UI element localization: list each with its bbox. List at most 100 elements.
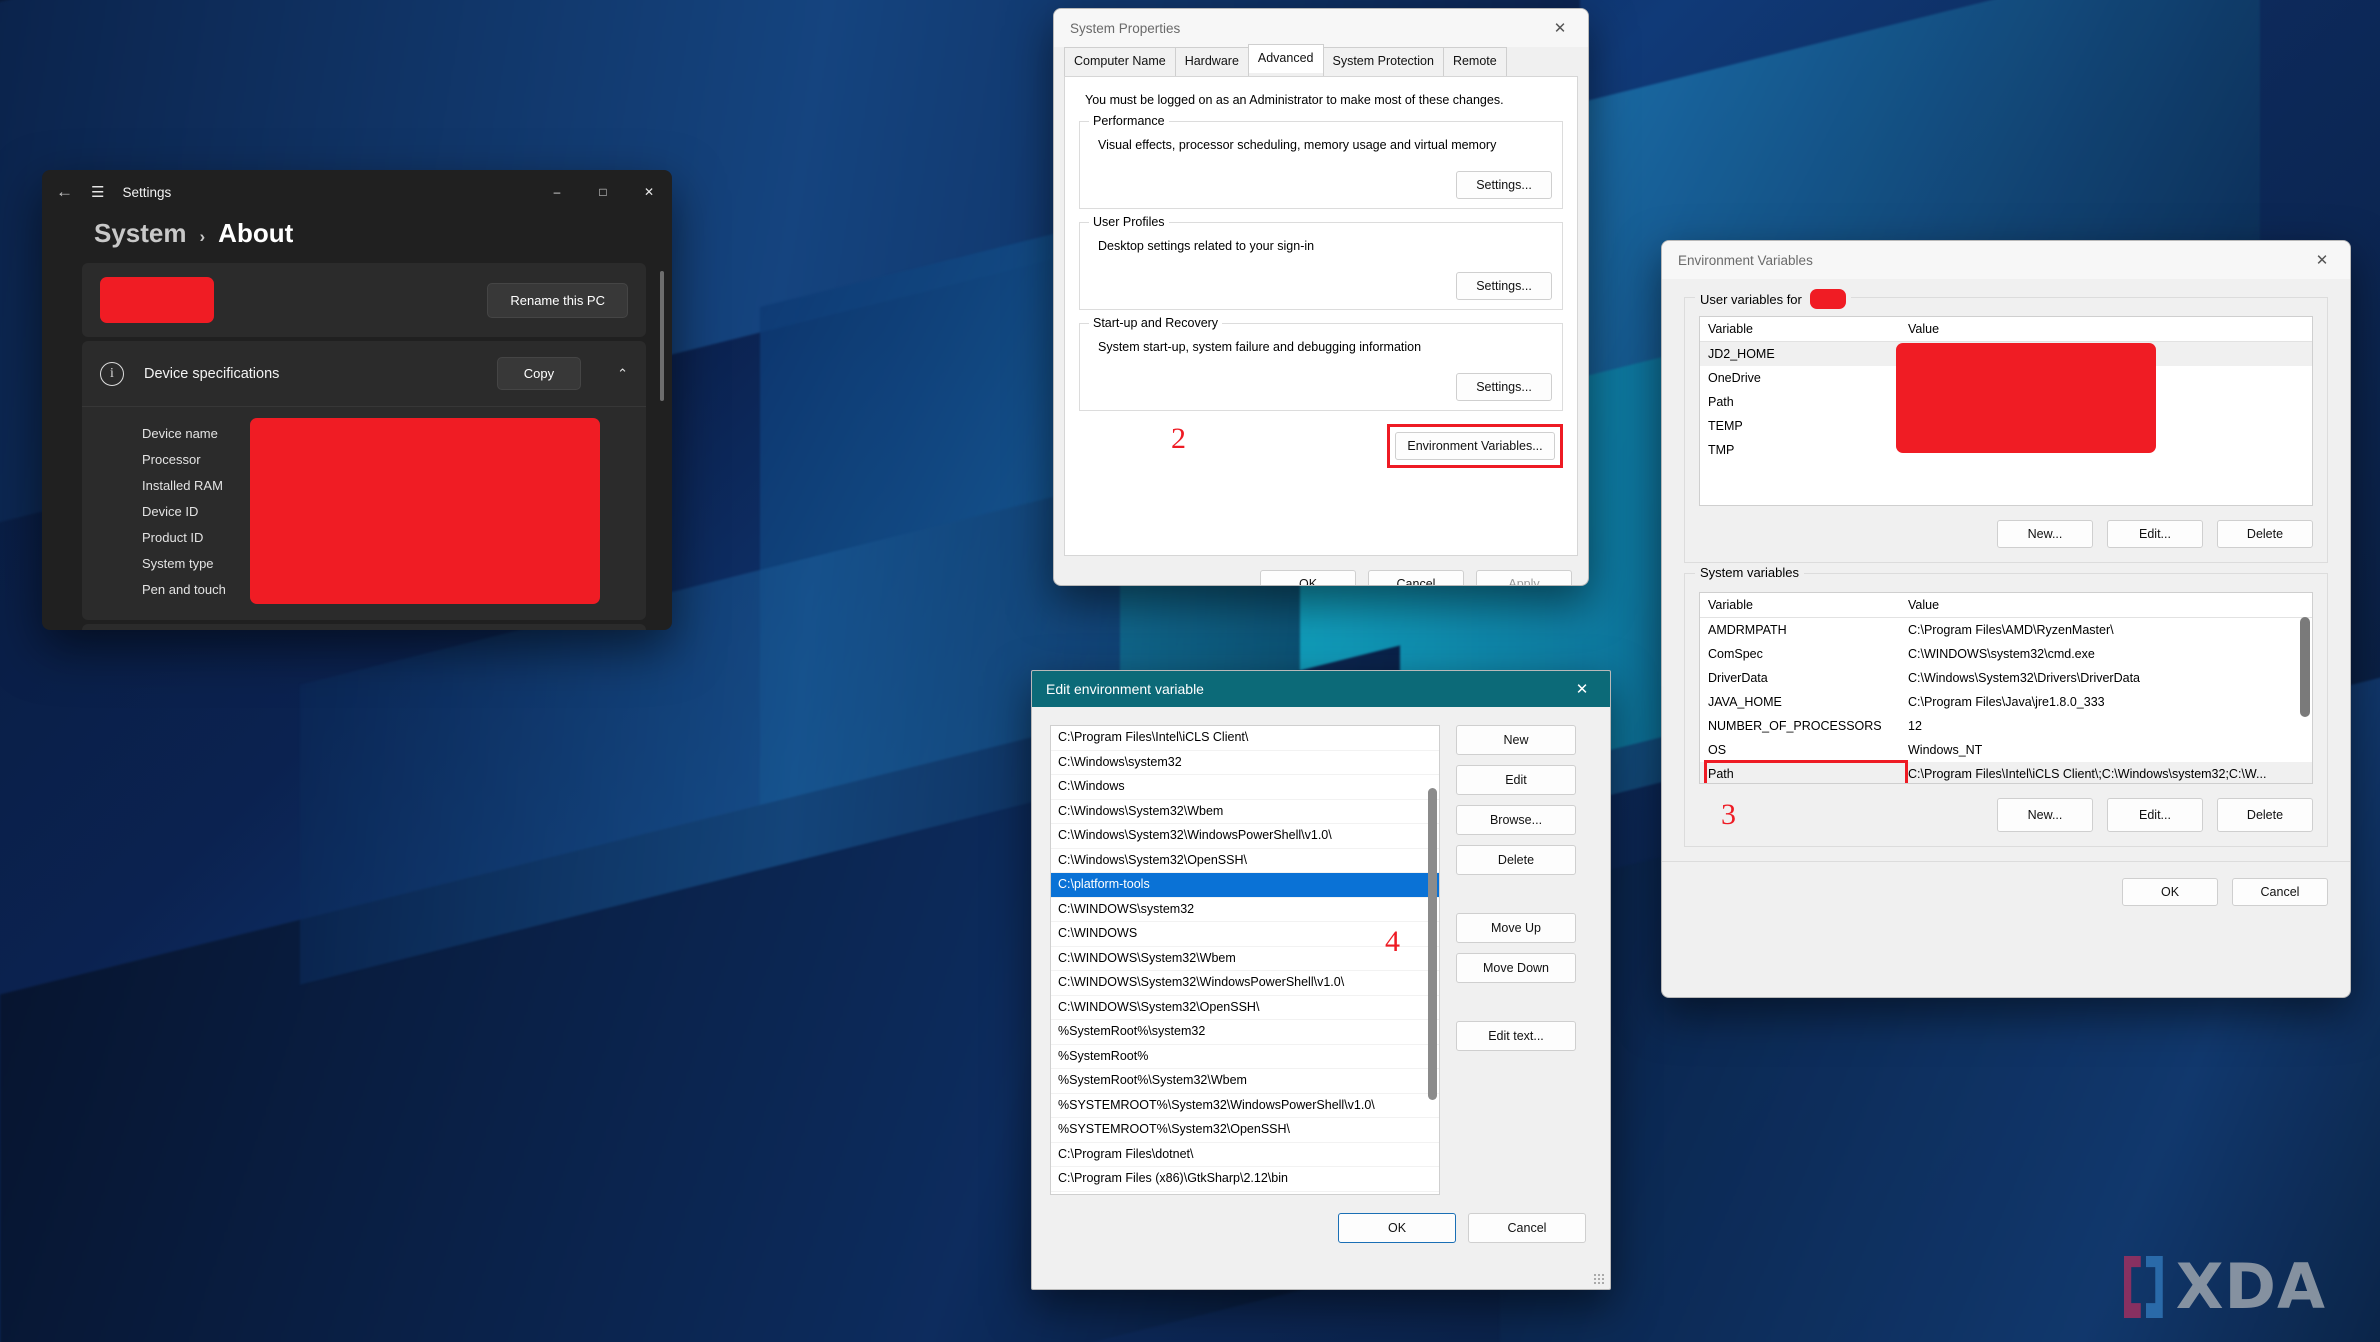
resize-grip-icon[interactable] (1593, 1273, 1605, 1285)
variable-name: AMDRMPATH (1708, 623, 1787, 637)
list-item[interactable]: C:\WINDOWS (1051, 922, 1439, 947)
tab-hardware[interactable]: Hardware (1174, 47, 1249, 76)
list-item[interactable]: C:\Windows\system32 (1051, 751, 1439, 775)
system-properties-tabs: Computer Name Hardware Advanced System P… (1054, 44, 1588, 76)
back-arrow-icon[interactable]: ← (56, 182, 73, 202)
list-item[interactable]: %SYSTEMROOT%\System32\WindowsPowerShell\… (1051, 1094, 1439, 1118)
startup-recovery-settings-button[interactable]: Settings... (1456, 373, 1552, 401)
edit-environment-cancel-button[interactable]: Cancel (1468, 1213, 1586, 1243)
table-row[interactable]: ComSpec C:\WINDOWS\system32\cmd.exe (1700, 642, 2312, 666)
table-row[interactable]: NUMBER_OF_PROCESSORS 12 (1700, 714, 2312, 738)
system-variables-legend: System variables (1695, 565, 1804, 580)
close-icon[interactable]: ✕ (1560, 671, 1604, 707)
device-specifications-header[interactable]: i Device specifications Copy ⌃ (82, 341, 646, 407)
list-item[interactable]: %SystemRoot%\system32 (1051, 1020, 1439, 1045)
system-variables-buttons: 3 New... Edit... Delete (1699, 798, 2313, 832)
path-new-button[interactable]: New (1456, 725, 1576, 755)
close-icon[interactable]: ✕ (2300, 242, 2344, 278)
rename-pc-button[interactable]: Rename this PC (487, 282, 628, 318)
close-icon[interactable]: ✕ (1538, 10, 1582, 46)
list-item[interactable]: C:\WINDOWS\system32 (1051, 898, 1439, 922)
settings-title-bar: ← ☰ Settings – □ ✕ (42, 170, 672, 214)
path-move-down-button[interactable]: Move Down (1456, 953, 1576, 983)
environment-variables-ok-button[interactable]: OK (2122, 878, 2218, 906)
user-delete-button[interactable]: Delete (2217, 520, 2313, 548)
list-item[interactable]: C:\Program Files\Intel\iCLS Client\ (1051, 726, 1439, 751)
table-row[interactable]: OS Windows_NT (1700, 738, 2312, 762)
copy-device-specs-button[interactable]: Copy (496, 357, 582, 390)
user-variables-legend: User variables for (1695, 289, 1851, 309)
list-item[interactable]: C:\Windows\System32\OpenSSH\ (1051, 849, 1439, 873)
path-browse-button[interactable]: Browse... (1456, 805, 1576, 835)
spec-label: System type (142, 556, 214, 571)
tab-remote[interactable]: Remote (1442, 47, 1507, 76)
tab-computer-name[interactable]: Computer Name (1064, 47, 1176, 76)
settings-scroll-area: Rename this PC i Device specifications C… (42, 263, 672, 630)
variable-value: C:\Windows\System32\Drivers\DriverData (1908, 671, 2140, 685)
system-properties-ok-button[interactable]: OK (1260, 570, 1356, 585)
list-item[interactable]: C:\Program Files\dotnet\ (1051, 1143, 1439, 1167)
list-item[interactable]: C:\Windows\System32\Wbem (1051, 800, 1439, 824)
list-item[interactable]: C:\WINDOWS\System32\Wbem (1051, 947, 1439, 971)
path-list-scrollbar[interactable] (1428, 788, 1437, 1100)
path-entries-list[interactable]: C:\Program Files\Intel\iCLS Client\ C:\W… (1050, 725, 1440, 1195)
system-variables-scrollbar[interactable] (2300, 617, 2310, 717)
maximize-button[interactable]: □ (580, 170, 626, 214)
minimize-button[interactable]: – (534, 170, 580, 214)
chevron-up-icon[interactable]: ⌃ (601, 366, 628, 382)
variable-name: Path (1708, 395, 1734, 409)
breadcrumb: System › About (42, 214, 672, 263)
list-item[interactable]: %SYSTEMROOT%\System32\OpenSSH\ (1051, 1118, 1439, 1143)
system-delete-button[interactable]: Delete (2217, 798, 2313, 832)
list-item-selected[interactable]: C:\platform-tools (1051, 873, 1439, 898)
path-edit-text-button[interactable]: Edit text... (1456, 1021, 1576, 1051)
table-header-row: Variable Value (1700, 317, 2312, 342)
list-item[interactable]: C:\Windows (1051, 775, 1439, 800)
settings-scrollbar[interactable] (660, 271, 664, 401)
path-delete-button[interactable]: Delete (1456, 845, 1576, 875)
list-item[interactable]: C:\Program Files\Java\jre1.8.0_301\bin (1051, 1192, 1439, 1195)
edit-environment-variable-body: C:\Program Files\Intel\iCLS Client\ C:\W… (1032, 707, 1610, 1195)
table-row[interactable]: DriverData C:\Windows\System32\Drivers\D… (1700, 666, 2312, 690)
system-properties-cancel-button[interactable]: Cancel (1368, 570, 1464, 585)
system-properties-title: System Properties (1070, 20, 1181, 36)
tab-system-protection[interactable]: System Protection (1322, 47, 1444, 76)
environment-variables-button[interactable]: Environment Variables... (1395, 432, 1555, 460)
system-variables-table[interactable]: Variable Value AMDRMPATH C:\Program File… (1699, 592, 2313, 784)
edit-environment-ok-button[interactable]: OK (1338, 1213, 1456, 1243)
system-properties-apply-button[interactable]: Apply (1476, 570, 1572, 585)
system-edit-button[interactable]: Edit... (2107, 798, 2203, 832)
edit-environment-side-buttons: New Edit Browse... Delete Move Up Move D… (1456, 725, 1576, 1195)
user-profiles-settings-button[interactable]: Settings... (1456, 272, 1552, 300)
list-item[interactable]: C:\Windows\System32\WindowsPowerShell\v1… (1051, 824, 1439, 849)
hamburger-menu-icon[interactable]: ☰ (91, 183, 104, 201)
user-new-button[interactable]: New... (1997, 520, 2093, 548)
system-new-button[interactable]: New... (1997, 798, 2093, 832)
path-move-up-button[interactable]: Move Up (1456, 913, 1576, 943)
list-item[interactable]: %SystemRoot%\System32\Wbem (1051, 1069, 1439, 1094)
performance-settings-button[interactable]: Settings... (1456, 171, 1552, 199)
list-item[interactable]: C:\Program Files (x86)\GtkSharp\2.12\bin (1051, 1167, 1439, 1192)
spec-label: Device name (142, 426, 218, 441)
tab-advanced[interactable]: Advanced (1247, 44, 1324, 73)
related-links-row: Related links Domain or workgroup System… (82, 624, 646, 630)
list-item[interactable]: C:\WINDOWS\System32\OpenSSH\ (1051, 996, 1439, 1020)
device-specifications-card: i Device specifications Copy ⌃ Device na… (82, 341, 646, 620)
list-item[interactable]: %SystemRoot% (1051, 1045, 1439, 1069)
table-row[interactable]: JAVA_HOME C:\Program Files\Java\jre1.8.0… (1700, 690, 2312, 714)
column-header-variable: Variable (1708, 322, 1753, 336)
list-item[interactable]: C:\WINDOWS\System32\WindowsPowerShell\v1… (1051, 971, 1439, 996)
spec-label: Product ID (142, 530, 204, 545)
environment-variables-cancel-button[interactable]: Cancel (2232, 878, 2328, 906)
redacted-username (1809, 289, 1846, 309)
table-row[interactable]: AMDRMPATH C:\Program Files\AMD\RyzenMast… (1700, 618, 2312, 642)
spec-label: Device ID (142, 504, 199, 519)
system-properties-footer: OK Cancel Apply (1054, 556, 1588, 585)
close-button[interactable]: ✕ (626, 170, 672, 214)
path-edit-button[interactable]: Edit (1456, 765, 1576, 795)
user-edit-button[interactable]: Edit... (2107, 520, 2203, 548)
breadcrumb-system[interactable]: System (94, 218, 187, 249)
user-variables-table[interactable]: Variable Value JD2_HOME OneDrive Path TE… (1699, 316, 2313, 506)
system-properties-window: System Properties ✕ Computer Name Hardwa… (1053, 8, 1589, 586)
xda-bracket-icon (2123, 1256, 2170, 1318)
